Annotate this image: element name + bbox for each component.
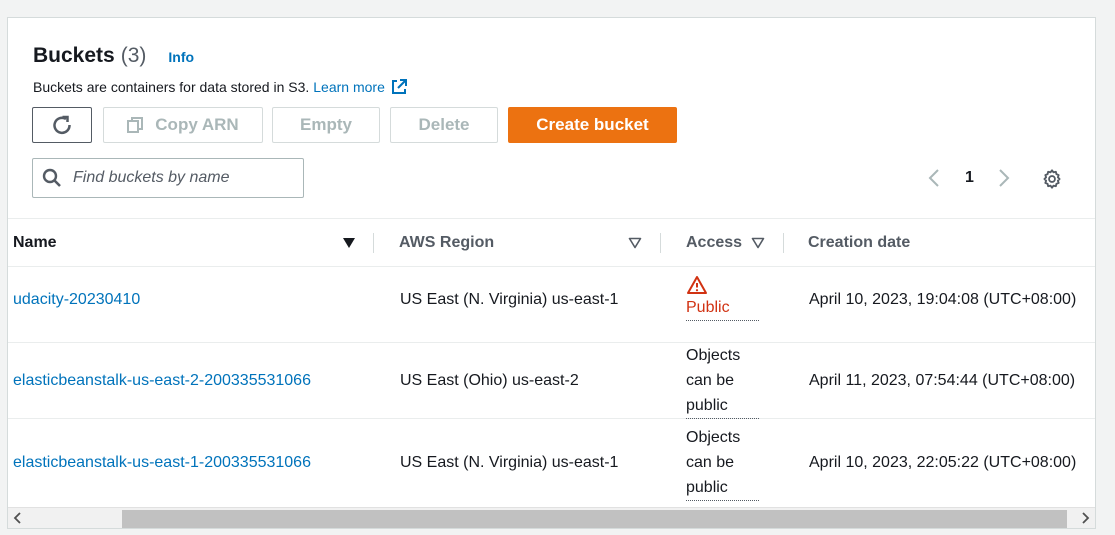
horizontal-scrollbar[interactable] xyxy=(8,507,1095,528)
table-row: elasticbeanstalk-us-east-1-200335531066 … xyxy=(8,419,1095,507)
next-page-button[interactable] xyxy=(993,166,1015,190)
chevron-left-icon xyxy=(928,169,939,187)
refresh-button[interactable] xyxy=(32,107,92,143)
learn-more-link[interactable]: Learn more xyxy=(313,79,385,95)
previous-page-button[interactable] xyxy=(923,166,945,190)
sort-descending-icon[interactable] xyxy=(342,237,356,249)
sort-icon[interactable] xyxy=(628,237,642,249)
warning-icon xyxy=(687,276,707,294)
bucket-name-link[interactable]: udacity-20230410 xyxy=(13,267,140,332)
buckets-table: Name AWS Region Access Creation date uda… xyxy=(8,218,1095,507)
pagination: 1 xyxy=(923,166,1015,190)
external-link-icon[interactable] xyxy=(390,78,408,96)
bucket-region: US East (Ohio) us-east-2 xyxy=(400,372,579,389)
sort-icon[interactable] xyxy=(751,237,765,249)
page-title: Buckets xyxy=(33,44,115,67)
search-input[interactable] xyxy=(73,169,293,187)
access-status: Objects can be public xyxy=(686,343,759,419)
table-header: Name AWS Region Access Creation date xyxy=(8,219,1095,267)
scroll-right-icon[interactable] xyxy=(1078,511,1092,525)
creation-date: April 10, 2023, 22:05:22 (UTC+08:00) xyxy=(809,454,1077,471)
column-divider[interactable] xyxy=(783,233,784,253)
page-number[interactable]: 1 xyxy=(965,169,974,187)
table-row: elasticbeanstalk-us-east-2-200335531066 … xyxy=(8,343,1095,419)
bucket-name-link[interactable]: elasticbeanstalk-us-east-2-200335531066 xyxy=(13,343,311,419)
column-header-region[interactable]: AWS Region xyxy=(399,219,494,267)
scrollbar-thumb[interactable] xyxy=(122,510,1067,528)
column-header-access[interactable]: Access xyxy=(686,219,742,267)
access-status: Public xyxy=(686,275,759,321)
column-divider[interactable] xyxy=(373,233,374,253)
column-header-creation-date[interactable]: Creation date xyxy=(808,219,910,267)
create-bucket-button[interactable]: Create bucket xyxy=(508,107,677,143)
bucket-region: US East (N. Virginia) us-east-1 xyxy=(400,290,619,308)
search-field[interactable] xyxy=(32,158,304,198)
copy-icon xyxy=(127,117,144,133)
copy-arn-button[interactable]: Copy ARN xyxy=(103,107,263,143)
column-header-name[interactable]: Name xyxy=(13,219,57,267)
gear-icon[interactable] xyxy=(1041,168,1063,190)
empty-button[interactable]: Empty xyxy=(272,107,380,143)
access-label[interactable]: Public xyxy=(686,295,759,321)
bucket-count: (3) xyxy=(120,44,147,67)
creation-date: April 11, 2023, 07:54:44 (UTC+08:00) xyxy=(809,372,1076,389)
creation-date: April 10, 2023, 19:04:08 (UTC+08:00) xyxy=(809,290,1077,308)
info-link[interactable]: Info xyxy=(168,49,194,65)
access-label[interactable]: Objects can be public xyxy=(686,343,759,419)
table-row: udacity-20230410 US East (N. Virginia) u… xyxy=(8,267,1095,343)
panel-header: Buckets (3) Info xyxy=(33,44,194,68)
refresh-icon xyxy=(53,115,71,135)
copy-arn-label: Copy ARN xyxy=(155,115,239,134)
bucket-region: US East (N. Virginia) us-east-1 xyxy=(400,454,619,471)
search-icon xyxy=(42,168,61,187)
panel-description: Buckets are containers for data stored i… xyxy=(33,78,408,96)
column-divider[interactable] xyxy=(660,233,661,253)
scroll-left-icon[interactable] xyxy=(11,511,25,525)
bucket-name-link[interactable]: elasticbeanstalk-us-east-1-200335531066 xyxy=(13,419,311,507)
access-status: Objects can be public xyxy=(686,425,759,501)
description-text: Buckets are containers for data stored i… xyxy=(33,79,310,95)
delete-button[interactable]: Delete xyxy=(390,107,498,143)
chevron-right-icon xyxy=(999,169,1010,187)
access-label[interactable]: Objects can be public xyxy=(686,425,759,501)
buckets-panel: Buckets (3) Info Buckets are containers … xyxy=(7,17,1096,529)
